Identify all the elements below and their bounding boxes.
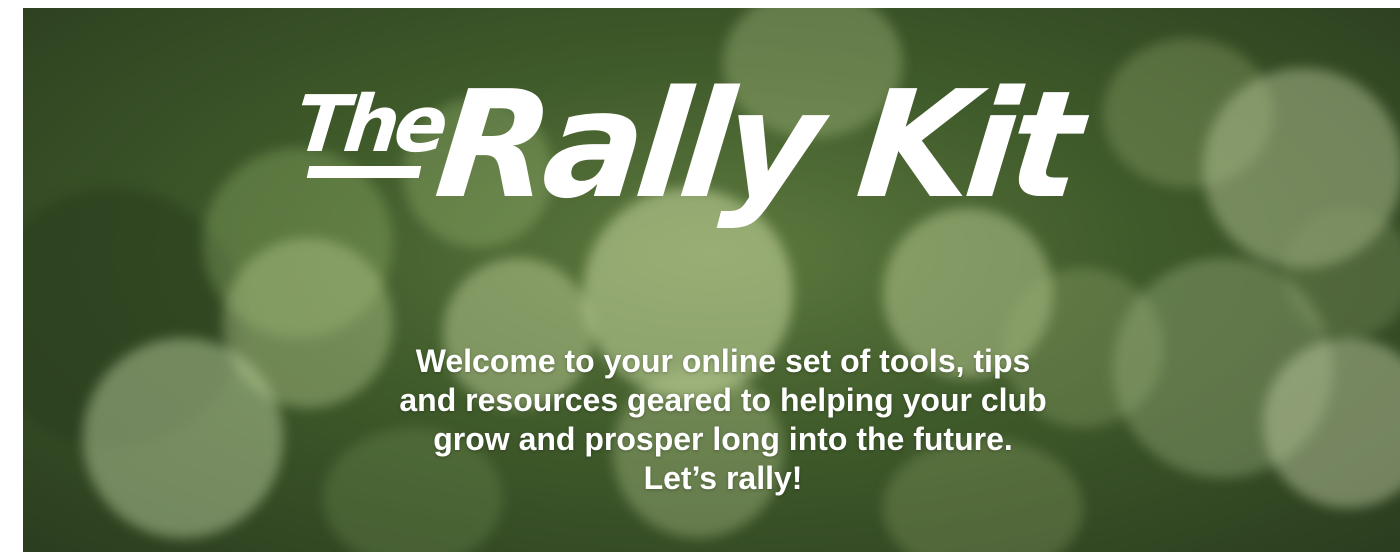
tagline-line: Let’s rally! xyxy=(643,460,803,496)
logo-rally-kit-text: Rally Kit xyxy=(429,59,1084,231)
logo-the-text: The xyxy=(291,80,448,170)
tagline-line: grow and prosper long into the future. xyxy=(433,421,1013,457)
logo-underline-bar xyxy=(306,166,422,178)
rally-kit-logo: The Rally Kit xyxy=(278,59,1148,268)
tagline-line: Welcome to your online set of tools, tip… xyxy=(415,343,1031,379)
welcome-tagline: Welcome to your online set of tools, tip… xyxy=(203,342,1243,498)
tagline-line: and resources geared to helping your clu… xyxy=(399,382,1047,418)
hero-banner: The Rally Kit Welcome to your online set… xyxy=(23,8,1400,552)
